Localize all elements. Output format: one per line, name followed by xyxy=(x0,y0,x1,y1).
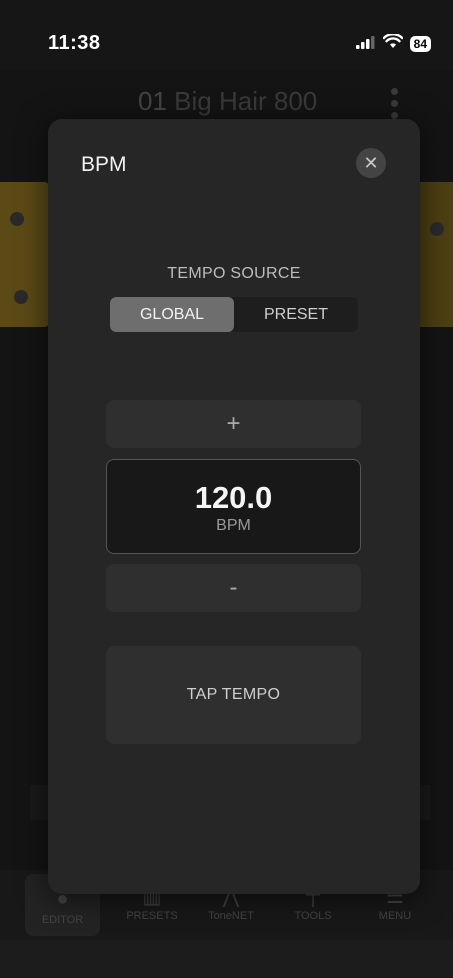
bpm-value: 120.0 xyxy=(194,480,273,515)
preset-title[interactable]: 01 Big Hair 800 xyxy=(138,86,317,117)
status-time: 11:38 xyxy=(48,32,101,54)
preset-number: 01 xyxy=(138,86,167,116)
bpm-unit: BPM xyxy=(216,517,251,534)
nav-label: PRESETS xyxy=(126,910,178,922)
home-indicator-area xyxy=(0,940,453,978)
signal-icon xyxy=(355,35,376,54)
bpm-modal: BPM ✕ TEMPO SOURCE GLOBAL PRESET + 120.0… xyxy=(48,119,420,894)
decrement-button[interactable]: - xyxy=(106,564,361,612)
increment-button[interactable]: + xyxy=(106,400,361,448)
knob-icon xyxy=(14,290,28,304)
status-icons: 84 xyxy=(355,33,431,54)
close-icon: ✕ xyxy=(363,153,379,173)
nav-label: ToneNET xyxy=(208,910,254,922)
tap-tempo-button[interactable]: TAP TEMPO xyxy=(106,646,361,744)
nav-label: EDITOR xyxy=(41,914,84,926)
knob-icon xyxy=(10,212,24,226)
segment-preset[interactable]: PRESET xyxy=(234,297,358,332)
close-button[interactable]: ✕ xyxy=(356,148,386,178)
battery-indicator: 84 xyxy=(409,36,431,52)
knob-icon xyxy=(430,222,444,236)
modal-title: BPM xyxy=(81,153,127,176)
bpm-display[interactable]: 120.0 BPM xyxy=(106,459,361,554)
nav-label: TOOLS xyxy=(294,910,332,922)
pedal-right[interactable] xyxy=(418,182,453,327)
preset-name: Big Hair 800 xyxy=(174,86,318,116)
segment-global[interactable]: GLOBAL xyxy=(110,297,234,332)
tempo-source-label: TEMPO SOURCE xyxy=(167,265,301,282)
pedal-left[interactable] xyxy=(0,182,50,327)
status-bar: 11:38 84 xyxy=(0,0,453,70)
nav-label: MENU xyxy=(378,910,412,922)
tempo-source-toggle: GLOBAL PRESET xyxy=(110,297,358,332)
wifi-icon xyxy=(382,33,404,54)
